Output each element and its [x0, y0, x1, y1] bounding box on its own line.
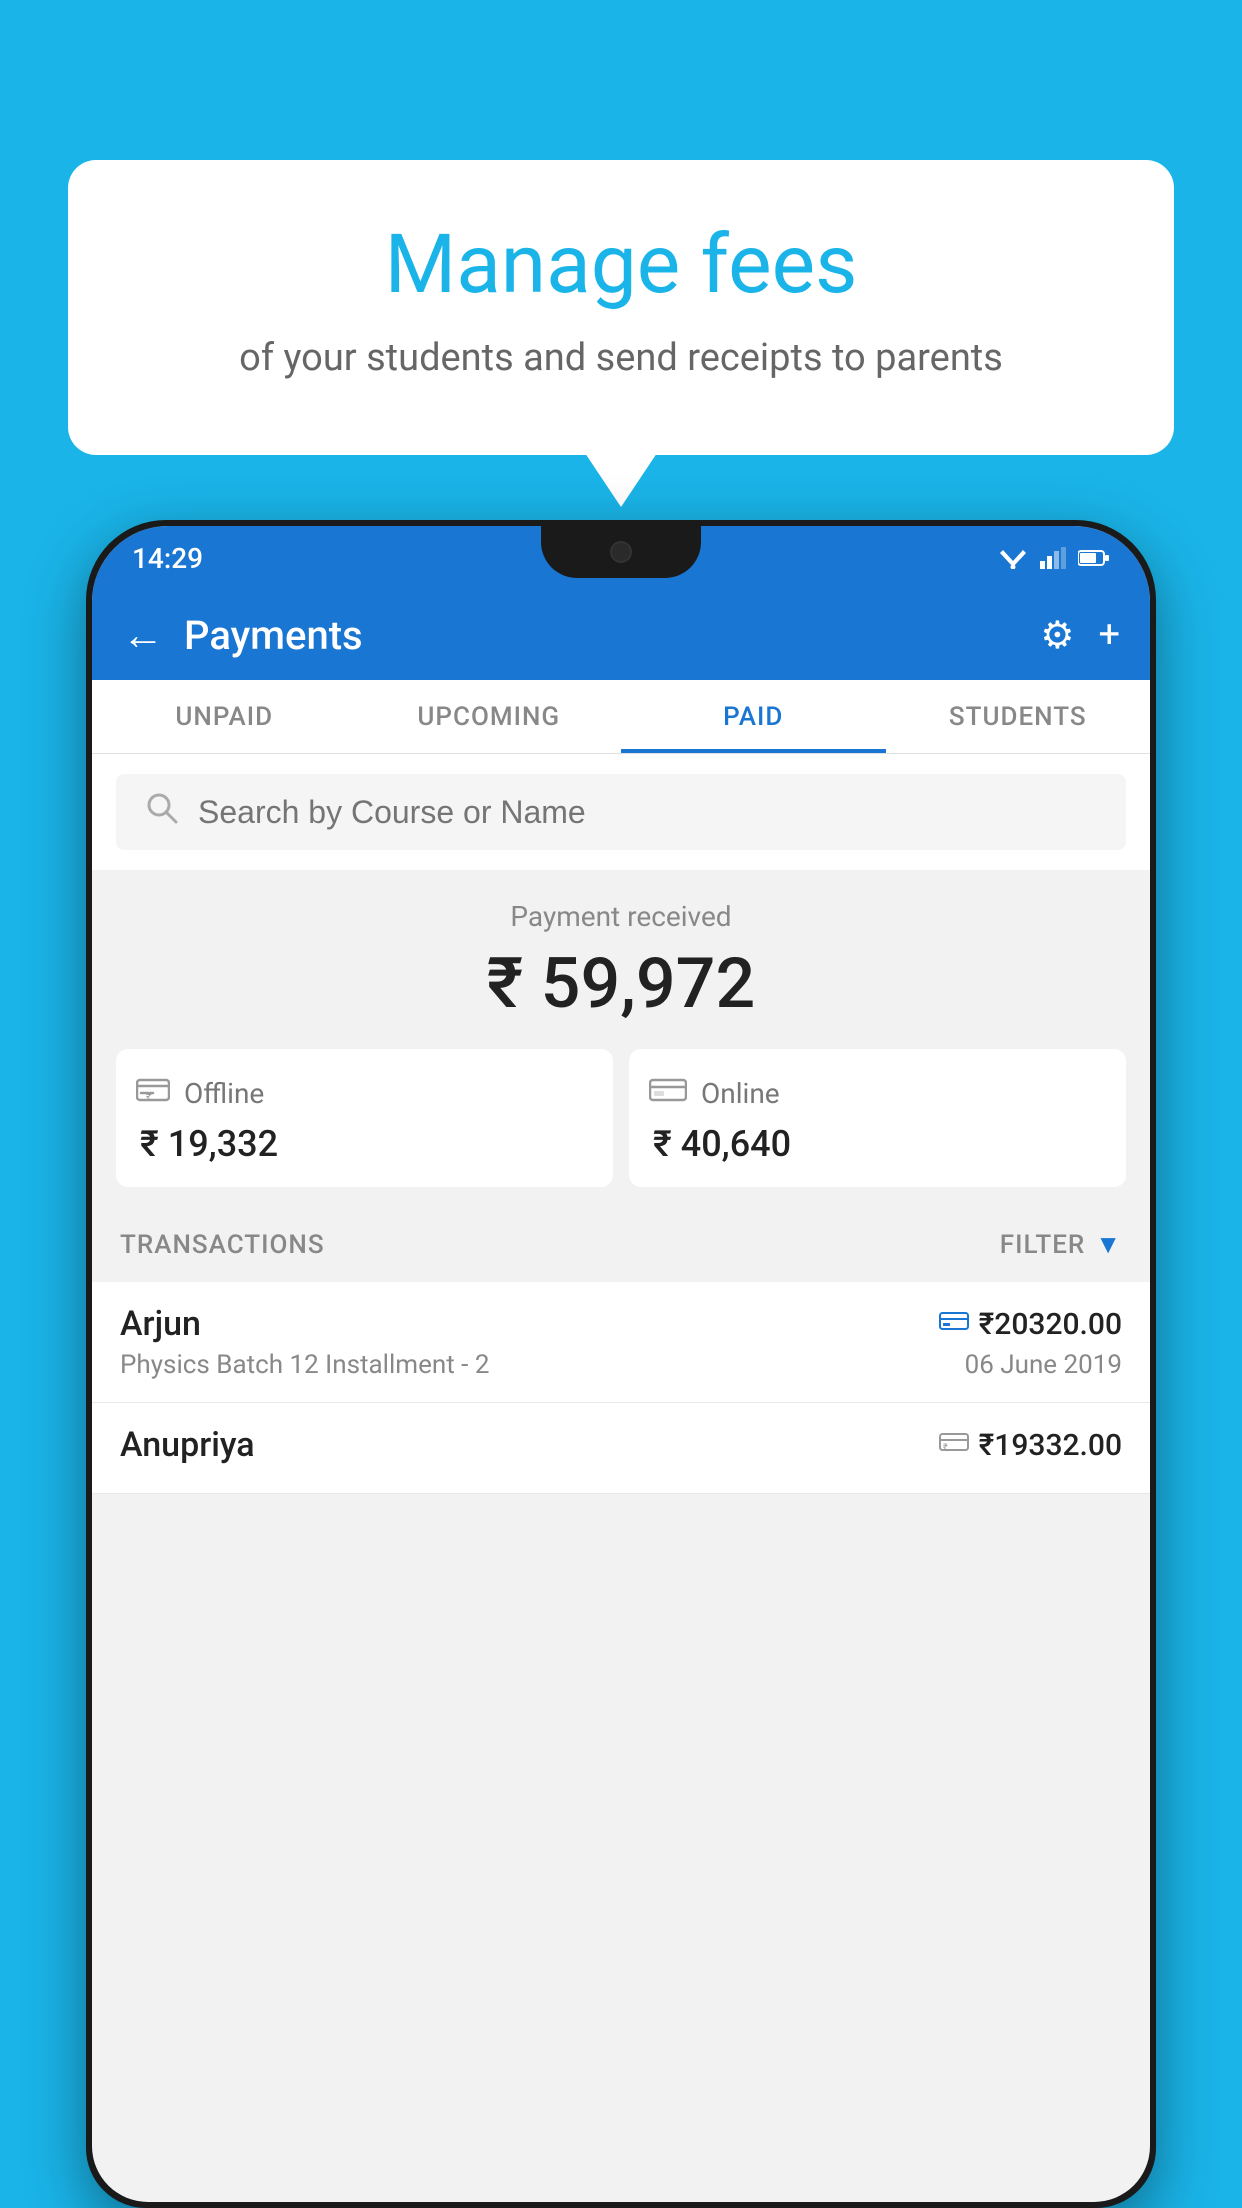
transaction-amount-wrap-1: ₹ ₹19332.00 — [939, 1428, 1122, 1463]
tab-unpaid[interactable]: UNPAID — [92, 680, 357, 753]
notch — [541, 526, 701, 578]
add-icon[interactable]: + — [1098, 613, 1120, 657]
transaction-name-1: Anupriya — [120, 1425, 255, 1465]
svg-text:₹: ₹ — [943, 1443, 948, 1453]
search-container — [92, 754, 1150, 870]
back-button[interactable]: ← — [122, 611, 164, 660]
transaction-row2-0: Physics Batch 12 Installment - 2 06 June… — [120, 1350, 1122, 1380]
app-header: ← Payments ⚙ + — [92, 590, 1150, 680]
filter-label: FILTER — [1000, 1230, 1085, 1260]
offline-amount: ₹ 19,332 — [140, 1123, 278, 1165]
status-bar: 14:29 — [92, 526, 1150, 590]
status-time: 14:29 — [132, 542, 203, 575]
transaction-name-0: Arjun — [120, 1304, 201, 1344]
search-bar — [116, 774, 1126, 850]
phone-inner: 14:29 — [92, 526, 1150, 2202]
transaction-detail-0: Physics Batch 12 Installment - 2 — [120, 1350, 489, 1380]
battery-icon — [1078, 549, 1110, 567]
online-icon — [649, 1075, 687, 1111]
phone-frame: 14:29 — [86, 520, 1156, 2208]
transaction-date-0: 06 June 2019 — [965, 1350, 1122, 1380]
transaction-amount-0: ₹20320.00 — [979, 1307, 1122, 1342]
offline-card: ₹ Offline ₹ 19,332 — [116, 1049, 613, 1187]
tab-students[interactable]: STUDENTS — [886, 680, 1151, 753]
online-amount: ₹ 40,640 — [653, 1123, 791, 1165]
bubble-subtitle: of your students and send receipts to pa… — [118, 332, 1124, 385]
online-card: Online ₹ 40,640 — [629, 1049, 1126, 1187]
transaction-amount-wrap-0: ₹20320.00 — [939, 1307, 1122, 1342]
payment-received-label: Payment received — [116, 900, 1126, 933]
payment-summary: Payment received ₹ 59,972 ₹ — [92, 870, 1150, 1207]
transactions-header: TRANSACTIONS FILTER ▼ — [92, 1207, 1150, 1282]
online-card-header: Online — [649, 1075, 780, 1111]
camera — [610, 541, 632, 563]
transaction-amount-1: ₹19332.00 — [979, 1428, 1122, 1463]
signal-icon — [1040, 547, 1066, 569]
transaction-item-0[interactable]: Arjun ₹20320.00 Physics Batch 12 Install… — [92, 1282, 1150, 1403]
payment-total-amount: ₹ 59,972 — [116, 943, 1126, 1025]
payment-cards: ₹ Offline ₹ 19,332 — [116, 1049, 1126, 1187]
offline-icon: ₹ — [136, 1075, 170, 1111]
filter-icon: ▼ — [1095, 1229, 1122, 1260]
tab-paid[interactable]: PAID — [621, 680, 886, 753]
transaction-mode-icon-1: ₹ — [939, 1430, 969, 1460]
speech-bubble: Manage fees of your students and send re… — [68, 160, 1174, 455]
svg-text:₹: ₹ — [146, 1090, 152, 1103]
search-icon — [144, 790, 180, 835]
offline-card-header: ₹ Offline — [136, 1075, 264, 1111]
filter-button[interactable]: FILTER ▼ — [1000, 1229, 1122, 1260]
bubble-title: Manage fees — [118, 220, 1124, 310]
tab-upcoming[interactable]: UPCOMING — [357, 680, 622, 753]
settings-icon[interactable]: ⚙ — [1040, 613, 1074, 658]
transaction-mode-icon-0 — [939, 1309, 969, 1339]
offline-type: Offline — [184, 1077, 264, 1110]
header-title: Payments — [184, 612, 1020, 659]
wifi-icon — [998, 547, 1028, 569]
header-icons: ⚙ + — [1040, 613, 1120, 658]
search-input[interactable] — [198, 794, 1098, 831]
status-icons — [998, 547, 1110, 569]
transactions-label: TRANSACTIONS — [120, 1230, 325, 1260]
tabs-bar: UNPAID UPCOMING PAID STUDENTS — [92, 680, 1150, 754]
online-type: Online — [701, 1077, 780, 1110]
transaction-item-1[interactable]: Anupriya ₹ ₹19332.00 — [92, 1403, 1150, 1494]
